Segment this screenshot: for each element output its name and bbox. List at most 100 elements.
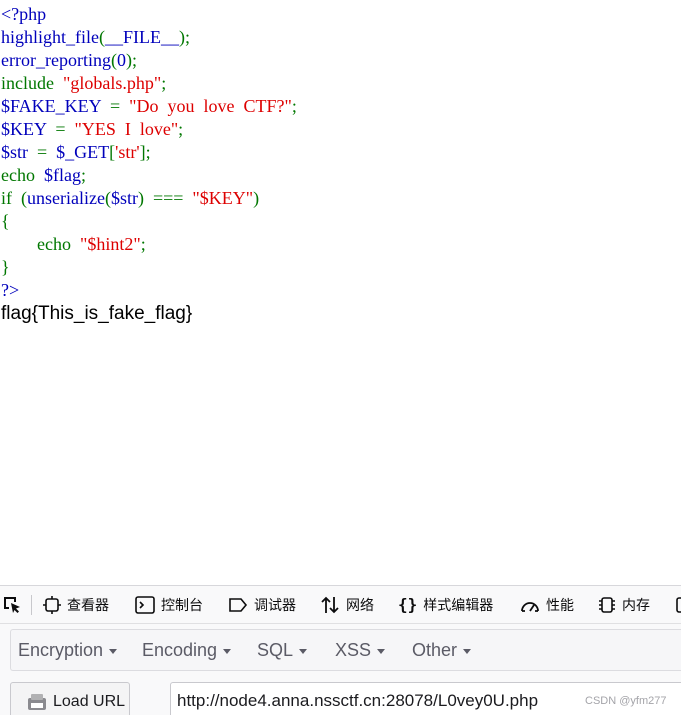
tab-label: 调试器 [254, 597, 296, 614]
caret-down-icon [377, 648, 386, 654]
code-token: ?> [1, 280, 20, 300]
menu-label: Encoding [142, 639, 218, 660]
code-line: echo $flag; [1, 164, 297, 187]
console-icon [135, 595, 155, 614]
code-line: <?php [1, 3, 297, 26]
tab-style-editor[interactable]: {} 样式编辑器 [398, 586, 493, 623]
performance-icon [521, 601, 539, 612]
memory-icon [599, 596, 615, 613]
code-token: "globals.php" [62, 73, 162, 93]
code-line: { [1, 210, 297, 233]
tab-label: 样式编辑器 [423, 597, 494, 614]
toolbar-divider [31, 595, 32, 615]
code-token: include [1, 73, 63, 93]
tab-label: 网络 [346, 597, 374, 614]
menu-label: Other [412, 639, 458, 660]
code-token: "$hint2" [79, 234, 141, 254]
code-token: } [1, 257, 10, 277]
menu-xss[interactable]: XSS [335, 630, 386, 670]
hackbar-menu: Encryption Encoding SQL XSS Other [10, 629, 681, 671]
code-token: = [110, 96, 130, 116]
style-editor-icon: {} [398, 595, 418, 614]
code-line: if (unserialize($str) === "$KEY") [1, 187, 297, 210]
menu-sql[interactable]: SQL [257, 630, 308, 670]
code-line: include "globals.php"; [1, 72, 297, 95]
code-token: "$KEY" [192, 188, 254, 208]
tab-performance[interactable]: 性能 [520, 586, 574, 623]
code-token: ) [253, 188, 260, 208]
code-token: { [1, 211, 10, 231]
menu-encryption[interactable]: Encryption [18, 630, 118, 670]
code-token: unserialize [27, 188, 105, 208]
caret-down-icon [109, 648, 118, 654]
php-source-code: <?php highlight_file(__FILE__); error_repo… [1, 3, 297, 302]
code-token: ; [178, 119, 184, 139]
code-token: if ( [1, 188, 27, 208]
code-token: echo [1, 165, 44, 185]
code-token: echo [1, 234, 80, 254]
menu-label: SQL [257, 639, 294, 660]
code-line: } [1, 256, 297, 279]
tab-console[interactable]: 控制台 [135, 586, 203, 623]
watermark: CSDN @yfm277 [585, 695, 667, 707]
code-line: $KEY = "YES I love"; [1, 118, 297, 141]
code-token: ; [161, 73, 167, 93]
code-token: = [37, 142, 57, 162]
code-token: ]; [139, 142, 151, 162]
code-token: 'str' [115, 142, 140, 162]
code-line: $str = $_GET['str']; [1, 141, 297, 164]
code-token: __FILE__ [105, 27, 179, 47]
code-token: $str [1, 142, 37, 162]
caret-down-icon [463, 648, 472, 654]
code-line: highlight_file(__FILE__); [1, 26, 297, 49]
menu-encoding[interactable]: Encoding [142, 630, 232, 670]
code-token: <?php [1, 4, 47, 24]
devtools-panel: 查看器 控制台 调试器 网络 {} 样式编辑器 性能 内存 Encryption… [0, 585, 681, 715]
tab-debugger[interactable]: 调试器 [228, 586, 296, 623]
code-token: ); [125, 50, 137, 70]
tab-label: 内存 [622, 597, 650, 614]
menu-label: Encryption [18, 639, 104, 660]
load-url-button[interactable]: Load URL [10, 682, 130, 715]
code-token: ; [140, 234, 146, 254]
load-url-label: Load URL [53, 693, 126, 710]
code-token: $str [110, 188, 138, 208]
code-token: $flag [43, 165, 81, 185]
caret-down-icon [299, 648, 308, 654]
tab-memory[interactable]: 内存 [598, 586, 650, 623]
tab-inspector[interactable]: 查看器 [43, 586, 109, 623]
storage-icon[interactable] [676, 586, 681, 623]
code-token: ; [80, 165, 86, 185]
code-token: 0 [116, 50, 126, 70]
code-line: echo "$hint2"; [1, 233, 297, 256]
code-line: ?> [1, 279, 297, 302]
code-token: ) === [137, 188, 193, 208]
inspector-icon [43, 595, 61, 614]
code-token: $KEY [1, 119, 56, 139]
tab-label: 性能 [546, 597, 574, 614]
caret-down-icon [223, 648, 232, 654]
code-token: $_GET [56, 142, 110, 162]
code-token: error_reporting [1, 50, 111, 70]
code-token: "Do you love CTF?" [129, 96, 292, 116]
flag-output: flag{This_is_fake_flag} [1, 303, 193, 324]
network-icon [321, 596, 339, 613]
menu-other[interactable]: Other [412, 630, 472, 670]
menu-label: XSS [335, 639, 372, 660]
code-token: ); [179, 27, 190, 47]
tab-label: 控制台 [161, 597, 203, 614]
code-token: highlight_file [1, 27, 99, 47]
devtools-toolbar: 查看器 控制台 调试器 网络 {} 样式编辑器 性能 内存 [0, 586, 681, 624]
tab-network[interactable]: 网络 [320, 586, 374, 623]
tab-label: 查看器 [67, 597, 109, 614]
code-line: $FAKE_KEY = "Do you love CTF?"; [1, 95, 297, 118]
code-token: = [55, 119, 75, 139]
url-value: http://node4.anna.nssctf.cn:28078/L0vey0… [177, 691, 539, 710]
element-picker-icon[interactable] [2, 586, 22, 623]
code-token: ; [291, 96, 297, 116]
code-line: error_reporting(0); [1, 49, 297, 72]
code-token: "YES I love" [74, 119, 179, 139]
debugger-icon [229, 597, 248, 612]
load-url-icon [28, 694, 46, 710]
code-token: $FAKE_KEY [1, 96, 110, 116]
